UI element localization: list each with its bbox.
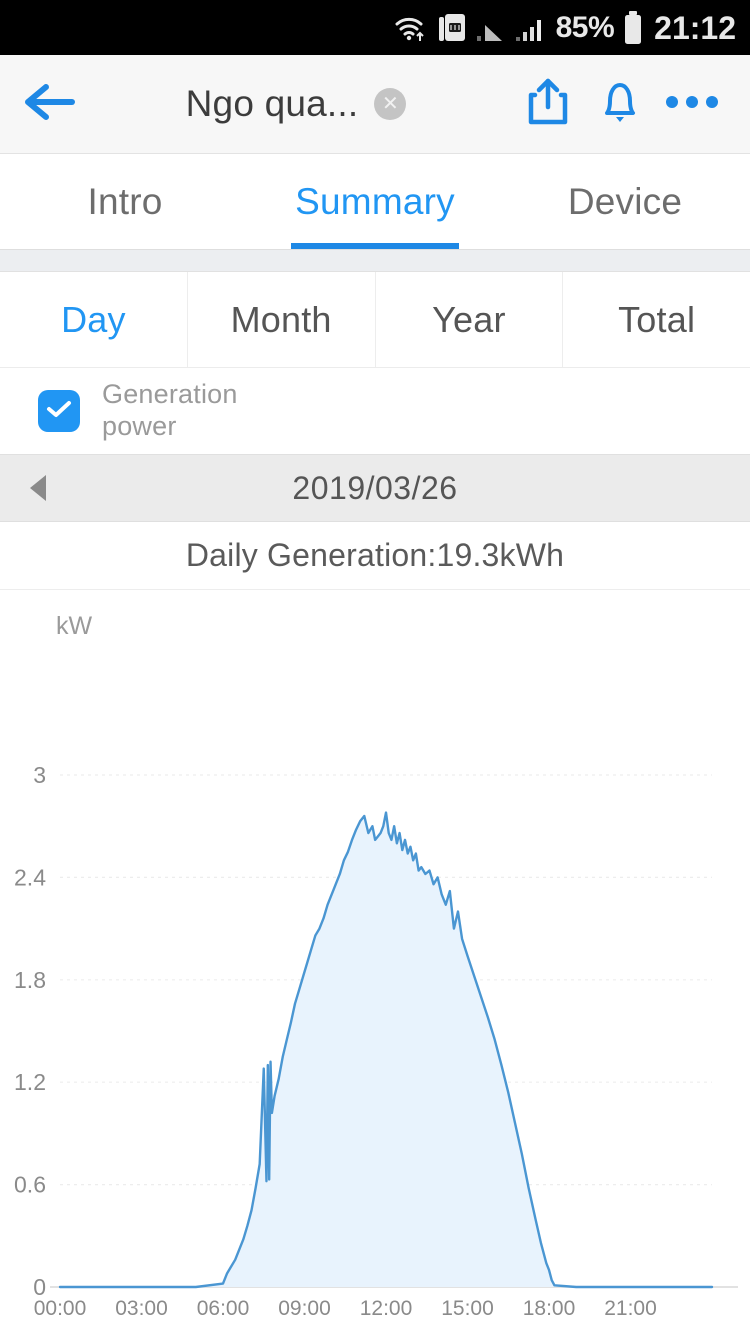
generation-area-fill xyxy=(60,812,712,1287)
more-dots-icon xyxy=(664,92,720,117)
y-axis-tick: 3 xyxy=(33,762,46,788)
segment-year[interactable]: Year xyxy=(376,272,564,367)
x-axis-tick: 21:00 xyxy=(604,1297,657,1320)
x-axis-tick: 15:00 xyxy=(441,1297,494,1320)
generation-power-checkbox[interactable] xyxy=(38,390,80,432)
x-axis-tick: 12:00 xyxy=(360,1297,413,1320)
signal-bars-icon xyxy=(515,13,547,43)
tab-summary[interactable]: Summary xyxy=(250,154,500,249)
legend-label: Generation power xyxy=(102,379,238,441)
battery-percent-label: 85% xyxy=(555,10,615,44)
x-axis-tick: 06:00 xyxy=(197,1297,250,1320)
wifi-icon xyxy=(394,13,428,43)
y-axis-tick: 1.2 xyxy=(14,1069,46,1095)
y-axis-tick: 1.8 xyxy=(14,967,46,993)
segment-day[interactable]: Day xyxy=(0,272,188,367)
status-bar-clock: 21:12 xyxy=(654,9,736,46)
more-options-button[interactable] xyxy=(656,92,728,117)
series-legend[interactable]: Generation power xyxy=(0,368,750,454)
status-bar: 85% 21:12 xyxy=(0,0,750,55)
notifications-button[interactable] xyxy=(584,77,656,132)
x-axis-tick: 03:00 xyxy=(115,1297,168,1320)
app-screen: 85% 21:12 Ngo qua... ✕ Intro Summary Dev… xyxy=(0,0,750,1333)
chart-header: Daily Generation:19.3kWh xyxy=(0,522,750,590)
period-selector: Day Month Year Total xyxy=(0,272,750,368)
share-button[interactable] xyxy=(512,77,584,132)
back-button[interactable] xyxy=(22,81,80,128)
generation-chart[interactable]: kW 0 0.6 1.2 1.8 2.4 3 00:00 03:00 06:00 09:00 12:… xyxy=(0,590,750,1333)
page-title-text: Ngo qua... xyxy=(185,83,359,124)
page-title: Ngo qua... ✕ xyxy=(80,83,512,125)
y-axis-tick: 0.6 xyxy=(14,1172,46,1198)
x-axis-tick: 09:00 xyxy=(278,1297,331,1320)
clear-circle-icon[interactable]: ✕ xyxy=(374,88,407,120)
tab-device[interactable]: Device xyxy=(500,154,750,249)
checkmark-icon xyxy=(46,399,72,424)
x-axis-tick: 00:00 xyxy=(34,1297,87,1320)
signal-bars-icon xyxy=(476,13,506,43)
share-icon xyxy=(525,77,571,132)
main-tabs: Intro Summary Device xyxy=(0,154,750,250)
back-arrow-icon xyxy=(22,81,76,128)
segment-month[interactable]: Month xyxy=(188,272,376,367)
date-navigator: 2019/03/26 xyxy=(0,454,750,522)
segment-total[interactable]: Total xyxy=(563,272,750,367)
x-axis-tick: 18:00 xyxy=(523,1297,576,1320)
y-axis-tick: 2.4 xyxy=(14,864,46,890)
tab-intro[interactable]: Intro xyxy=(0,154,250,249)
dual-sim-icon xyxy=(437,12,467,44)
section-divider xyxy=(0,250,750,272)
chart-canvas: 00.61.21.82.4300:00 03:00 06:00 09:00 12:00 1… xyxy=(14,762,738,1320)
battery-icon xyxy=(623,10,643,45)
current-date-label: 2019/03/26 xyxy=(292,469,458,506)
bell-icon xyxy=(597,77,643,132)
app-bar: Ngo qua... ✕ xyxy=(0,55,750,154)
daily-generation-label: Daily Generation:19.3kWh xyxy=(185,537,565,573)
